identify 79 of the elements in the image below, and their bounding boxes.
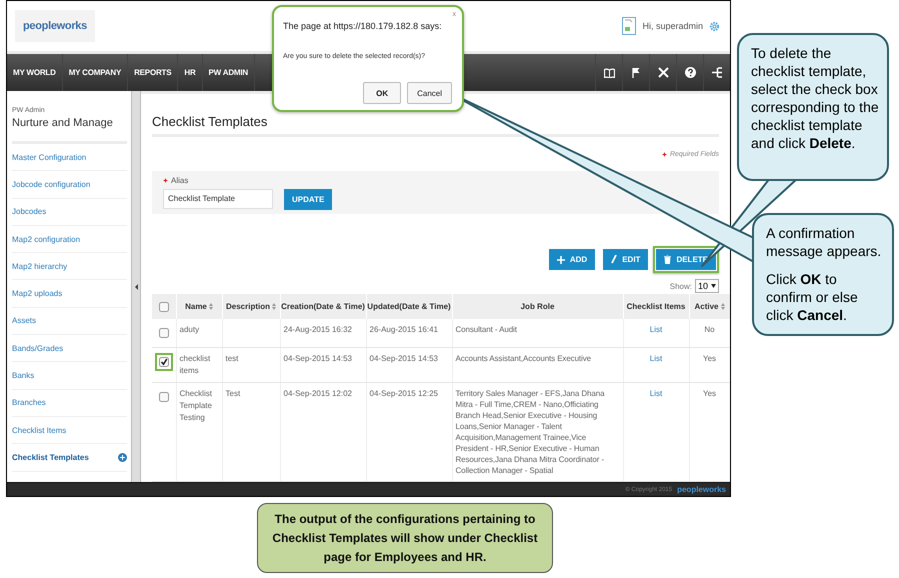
sidebar-title: Nurture and Manage [12,117,127,144]
table-cell: Test [226,389,240,398]
flag-icon[interactable] [632,67,640,78]
footer-logo: peopleworks [677,485,726,494]
avatar-icon [622,17,636,35]
collapse-icon[interactable] [134,284,138,290]
list-link[interactable]: List [650,354,662,363]
table-cell: test [226,354,238,363]
alias-field[interactable]: Checklist Template [163,188,273,209]
callout-text: To delete the checklist template, select the check box corresponding to the checklist template and click Delete. [751,44,880,152]
column-header[interactable]: Name [185,302,207,311]
table-cell-text: Territory Sales Manager - EFS,Jana Dhana Mitra - Full Time,CREM - Nano,Officiating Branch Head,Senior Executive - Housing Loans,Senior Manager - Talent Acquisition,Management Trainee,Vice President - HR,Senior Executive - Human Resources,Jana Dhana Mitra Coordinator - Collection Manager - Spatial [456,388,606,476]
book-icon[interactable] [604,68,614,78]
column-header[interactable]: Job Role [520,302,554,311]
sidebar-item[interactable]: Master Configuration [12,144,127,172]
delete-button[interactable]: DELETE [656,249,716,270]
plus-circle-icon[interactable] [118,452,127,462]
table-cell: 04-Sep-2015 14:53 [284,354,352,363]
sort-icon[interactable] [272,303,276,310]
caret-icon [711,284,716,288]
table-cell: 04-Sep-2015 14:53 [370,354,438,363]
nav-item[interactable]: MY WORLD [7,54,63,91]
callout-text: A confirmation message appears. [766,224,882,260]
add-button[interactable]: ADD [548,249,596,270]
sidebar-item[interactable]: Assets [12,308,127,336]
settings-icon[interactable] [709,20,720,32]
show-label: Show: [670,282,692,290]
trash-icon [664,255,672,264]
tools-icon[interactable] [658,67,668,78]
list-link[interactable]: List [650,325,662,334]
pencil-icon [611,255,618,264]
table-cell: checklist items [180,354,210,375]
nav-item[interactable]: MY COMPANY [62,54,128,91]
table-cell: 04-Sep-2015 12:02 [284,389,352,398]
dialog-button[interactable]: OK [363,82,402,104]
sort-icon[interactable] [208,303,213,310]
table-cell: Yes [702,389,716,398]
sidebar-item[interactable]: Jobcodes [12,198,127,226]
table-cell: aduty [180,325,200,334]
sidebar-item[interactable]: Map2 hierarchy [12,253,127,280]
sort-icon[interactable] [720,303,724,310]
nav-item[interactable]: HR [178,54,203,91]
callout-text: Click OK to confirm or else click Cancel. [766,270,859,324]
note-text: The output of the configurations pertaining to Checklist Templates will show under Checklist page for Employees and HR. [271,510,539,566]
sidebar-item[interactable]: Checklist Templates [12,444,127,472]
list-link[interactable]: List [650,389,662,398]
table-cell: 26-Aug-2015 16:41 [370,325,438,334]
plus-icon [556,256,565,264]
checkbox[interactable] [159,392,169,402]
checkbox[interactable] [159,328,169,338]
field-label: Alias [171,176,188,185]
sidebar-item[interactable]: Bands/Grades [12,335,127,362]
required-icon [662,152,667,158]
table-cell: 04-Sep-2015 12:25 [370,389,438,398]
nav-item[interactable]: PW ADMIN [202,54,255,91]
table-cell: No [704,325,715,334]
table-cell: 24-Aug-2015 16:32 [284,325,352,334]
sidebar-item[interactable]: Map2 uploads [12,280,127,308]
user-greeting: Hi, superadmin [642,21,703,31]
required-icon [163,178,168,183]
help-icon[interactable] [684,67,696,78]
update-button[interactable]: UPDATE [284,188,332,210]
sidebar-item[interactable]: Map2 configuration [12,226,127,254]
table-cell-text: Consultant - Audit [456,324,518,335]
sidebar-item[interactable]: Jobcode configuration [12,171,127,199]
dialog-title: The page at https://180.179.182.8 says: [283,21,442,31]
checkbox[interactable] [158,302,169,312]
checkbox[interactable] [159,357,169,367]
sidebar-item[interactable]: Banks [12,362,127,390]
table-cell-text: Accounts Assistant,Accounts Executive [456,353,592,364]
sitemap-icon[interactable] [712,67,722,78]
page-size-select[interactable]: 10 [694,279,719,293]
dialog-button[interactable]: Cancel [407,82,452,104]
sidebar-item[interactable]: Checklist Items [12,416,127,444]
sidebar-item[interactable]: Branches [12,390,127,417]
table-cell: Checklist Template Testing [180,389,212,422]
logo: peopleworks [15,10,95,42]
table-cell: Yes [702,354,716,363]
edit-button[interactable]: EDIT [603,249,648,270]
